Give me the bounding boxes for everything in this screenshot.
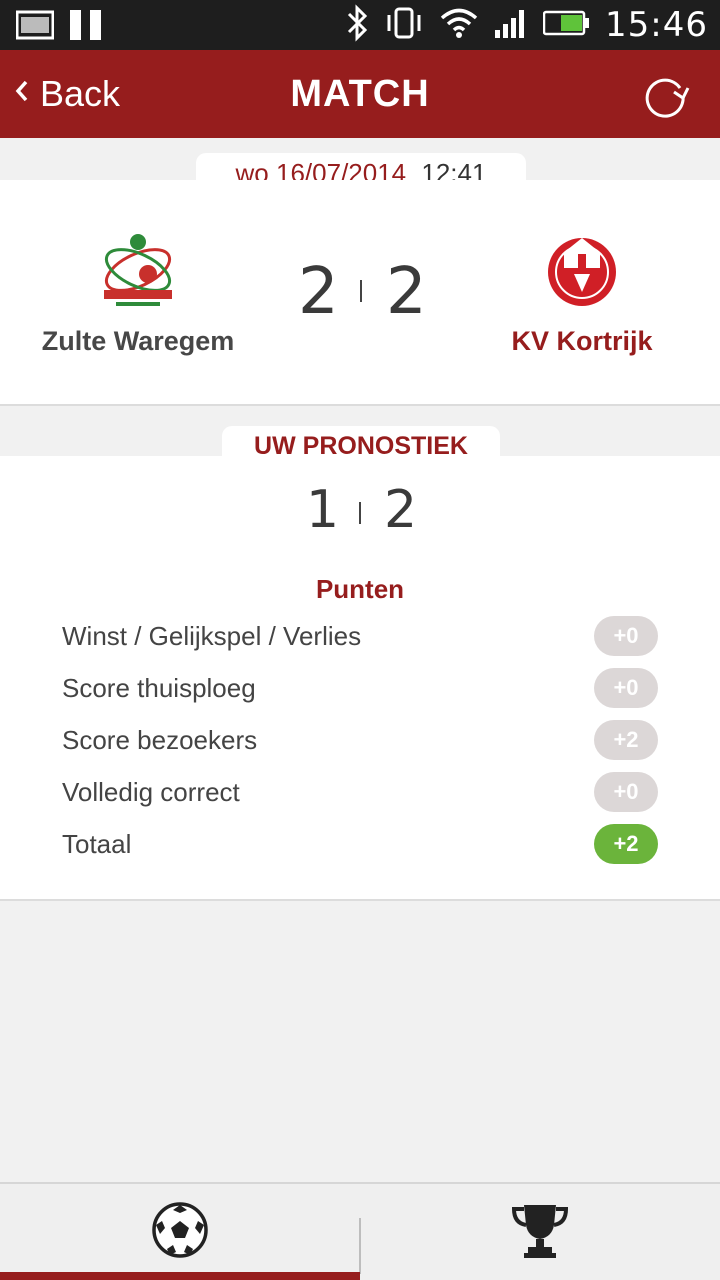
prediction-card: 1 2 Punten Winst / Gelijkspel / Verlies …	[0, 456, 720, 901]
points-row-label: Volledig correct	[62, 776, 240, 807]
score-separator	[360, 280, 362, 302]
predicted-away-score: 2	[384, 480, 418, 540]
points-badge: +0	[594, 616, 658, 656]
page-title: MATCH	[290, 73, 430, 115]
active-tab-indicator	[0, 1272, 360, 1280]
away-team-name: KV Kortrijk	[511, 326, 653, 356]
points-row-label: Winst / Gelijkspel / Verlies	[62, 620, 362, 651]
points-row: Score thuisploeg +0	[62, 668, 658, 708]
trophy-icon	[510, 1201, 570, 1264]
predicted-home-score: 1	[306, 480, 340, 540]
points-badge: +2	[594, 720, 658, 760]
vibrate-icon	[383, 7, 425, 44]
total-label: Totaal	[62, 828, 132, 859]
prediction-separator	[359, 502, 361, 524]
tab-matches[interactable]	[0, 1184, 360, 1280]
clock: 15:46	[605, 5, 708, 45]
battery-icon	[542, 9, 591, 42]
kv-kortrijk-logo	[542, 230, 622, 310]
points-row-label: Score thuisploeg	[62, 672, 256, 703]
wifi-icon	[439, 7, 479, 44]
away-team: KV Kortrijk	[452, 230, 712, 357]
zulte-waregem-logo	[98, 230, 178, 310]
points-row-label: Score bezoekers	[62, 724, 258, 755]
status-bar: 15:46	[0, 0, 720, 50]
points-title: Punten	[315, 574, 405, 604]
bluetooth-icon	[345, 3, 369, 47]
refresh-button[interactable]	[640, 70, 690, 120]
away-score: 2	[386, 255, 427, 329]
tab-ranking[interactable]	[360, 1184, 720, 1280]
soccer-ball-icon	[151, 1201, 209, 1264]
bottom-nav	[0, 1182, 720, 1280]
pause-icon	[68, 8, 104, 47]
home-team-name: Zulte Waregem	[41, 326, 235, 356]
match-card: Zulte Waregem 2 2 KV Kortrijk	[0, 180, 720, 406]
refresh-icon	[640, 78, 690, 124]
home-score: 2	[298, 255, 339, 329]
points-badge: +0	[594, 772, 658, 812]
points-badge: +0	[594, 668, 658, 708]
home-team: Zulte Waregem	[8, 230, 268, 357]
points-row: Volledig correct +0	[62, 772, 658, 812]
screenshot-icon	[15, 9, 55, 46]
points-row: Winst / Gelijkspel / Verlies +0	[62, 616, 658, 656]
total-row: Totaal +2	[62, 824, 658, 864]
points-row: Score bezoekers +2	[62, 720, 658, 760]
signal-icon	[493, 8, 529, 43]
total-badge: +2	[594, 824, 658, 864]
app-header: Back MATCH	[0, 50, 720, 138]
